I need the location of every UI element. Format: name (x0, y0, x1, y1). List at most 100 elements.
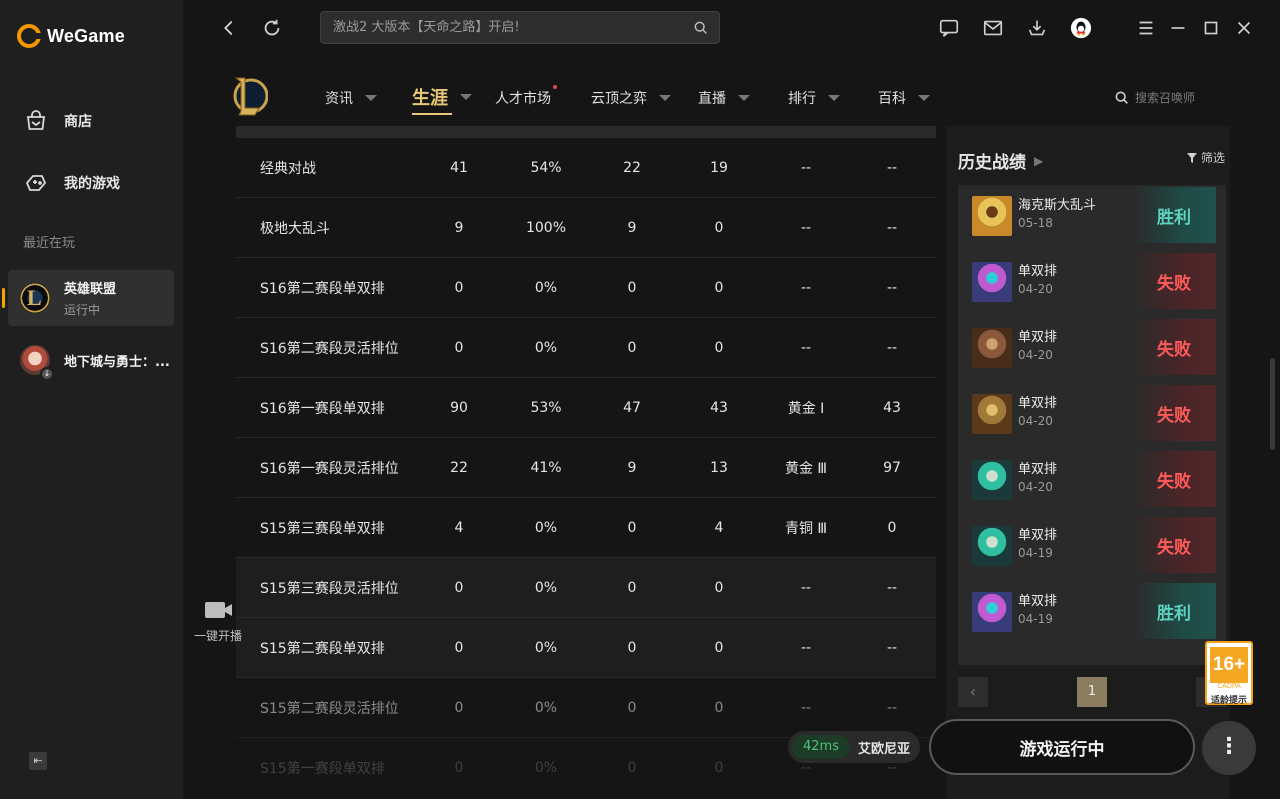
scrollbar[interactable] (1270, 358, 1275, 450)
search-icon[interactable] (693, 20, 709, 36)
age-rating-badge[interactable]: 16+ CADPA 适龄提示 (1205, 641, 1253, 706)
stat-cell: 0 (714, 279, 724, 296)
stat-cell: 黄金 Ⅰ (787, 400, 825, 417)
mode-stats-table: 经典对战 41 54% 22 19 -- -- 极地大乱斗 9 100% 9 0 -- -- S16第二赛段… (236, 126, 936, 799)
global-search-input[interactable] (333, 20, 673, 35)
stat-cell: 0 (714, 699, 724, 716)
stat-cell: -- (800, 579, 812, 596)
refresh-icon[interactable] (260, 16, 284, 40)
back-icon[interactable] (217, 16, 241, 40)
match-result: 失败 (1132, 517, 1216, 573)
filter-button[interactable]: 筛选 (1187, 149, 1225, 166)
match-list: 海克斯大乱斗 05-18 胜利 单双排 04-20 失败 单双排 04-20 失败 单双排 04-2… (958, 185, 1226, 665)
stat-cell: -- (800, 339, 812, 356)
tab-label: 百科 (878, 91, 906, 107)
stat-cell: 0% (534, 699, 558, 716)
table-row: S15第三赛段灵活排位 0 0% 0 0 -- -- (236, 558, 936, 618)
camera-icon (205, 602, 232, 618)
mode-name-cell: S15第三赛段单双排 (260, 520, 385, 537)
wegame-logo[interactable]: WeGame (17, 24, 125, 48)
stat-cell: 0 (714, 759, 724, 776)
recent-game-lol[interactable]: 英雄联盟 运行中 (2, 270, 174, 326)
nav-my-games[interactable]: 我的游戏 (24, 171, 120, 195)
pagination: ‹ 1 (958, 677, 1226, 707)
match-date: 05-18 (1018, 216, 1053, 230)
minimize-icon[interactable] (1166, 16, 1190, 40)
page-number-button[interactable]: 1 (1077, 677, 1107, 707)
tab-live[interactable]: 直播 (698, 88, 750, 108)
download-manager-icon[interactable] (1025, 16, 1049, 40)
stat-cell: 54% (530, 159, 562, 176)
mail-icon[interactable] (981, 16, 1005, 40)
chevron-down-icon (918, 95, 930, 101)
qq-avatar-icon[interactable] (1069, 16, 1093, 40)
age-rating-number: 16+ (1210, 647, 1248, 683)
table-row: S16第一赛段单双排 90 53% 47 43 黄金 Ⅰ 43 (236, 378, 936, 438)
match-result: 胜利 (1132, 583, 1216, 639)
prev-page-button[interactable]: ‹ (958, 677, 988, 707)
match-item[interactable]: 单双排 04-19 失败 (958, 515, 1226, 581)
match-item[interactable]: 单双排 04-20 失败 (958, 251, 1226, 317)
tab-label: 排行 (788, 91, 816, 107)
match-item[interactable]: 单双排 04-20 失败 (958, 449, 1226, 515)
server-selector[interactable]: 42ms 艾欧尼亚 (788, 731, 920, 763)
stat-cell: 黄金 Ⅲ (784, 460, 828, 477)
stat-cell: -- (800, 639, 812, 656)
champion-portrait (972, 526, 1012, 566)
lol-logo-icon[interactable] (230, 74, 268, 118)
recent-game-dnf[interactable]: ↓ 地下城与勇士：... (8, 332, 174, 388)
stat-cell: 19 (710, 159, 728, 176)
stat-cell: 0% (534, 279, 558, 296)
global-search-box[interactable] (320, 11, 720, 44)
mode-name-cell: S15第二赛段单双排 (260, 640, 385, 657)
menu-icon[interactable] (1134, 16, 1158, 40)
tab-career[interactable]: 生涯 (412, 84, 472, 115)
more-options-button[interactable]: ⋮ (1202, 721, 1256, 775)
table-row: S15第二赛段灵活排位 0 0% 0 0 -- -- (236, 678, 936, 738)
match-item[interactable]: 单双排 04-20 失败 (958, 383, 1226, 449)
tab-news[interactable]: 资讯 (325, 88, 377, 108)
tab-talent-market[interactable]: 人才市场 (495, 85, 557, 108)
one-click-stream-button[interactable]: 一键开播 (190, 600, 246, 644)
match-item[interactable]: 单双排 04-19 胜利 (958, 581, 1226, 647)
stat-cell: 9 (627, 459, 637, 476)
tab-label: 生涯 (412, 88, 448, 109)
wegame-window: WeGame 商店 我的游戏 最近在玩 英雄联盟 运行中 ↓ (0, 0, 1280, 799)
match-date: 04-20 (1018, 348, 1053, 362)
stat-cell: 0 (627, 579, 637, 596)
tab-wiki[interactable]: 百科 (878, 88, 930, 108)
tab-label: 云顶之弈 (591, 91, 647, 107)
chat-icon[interactable] (937, 16, 961, 40)
stat-cell: 0 (627, 639, 637, 656)
game-running-button[interactable]: 游戏运行中 (929, 719, 1195, 775)
age-rating-tip: 适龄提示 (1210, 696, 1247, 706)
stat-cell: 43 (883, 399, 901, 416)
nav-store[interactable]: 商店 (24, 109, 92, 133)
match-result: 失败 (1132, 253, 1216, 309)
stat-cell: 0 (454, 339, 464, 356)
stat-cell: 41 (450, 159, 468, 176)
shopping-bag-icon (26, 110, 46, 130)
champion-portrait (972, 196, 1012, 236)
stat-cell: 0 (627, 279, 637, 296)
tab-ranking[interactable]: 排行 (788, 88, 840, 108)
filter-icon (1187, 152, 1197, 163)
stat-cell: 0 (627, 339, 637, 356)
stat-cell: 47 (623, 399, 641, 416)
match-history-title[interactable]: 历史战绩 ▶ (958, 148, 1043, 173)
tab-tft[interactable]: 云顶之弈 (591, 88, 671, 108)
match-item[interactable]: 单双排 04-20 失败 (958, 317, 1226, 383)
stat-cell: -- (886, 339, 898, 356)
stat-cell: 0 (454, 639, 464, 656)
maximize-icon[interactable] (1199, 16, 1223, 40)
match-date: 04-19 (1018, 612, 1053, 626)
summoner-search[interactable]: 搜索召唤师 (1114, 89, 1195, 106)
stat-cell: 97 (883, 459, 901, 476)
stat-cell: 0 (714, 579, 724, 596)
chevron-right-icon: ▶ (1034, 153, 1044, 168)
collapse-sidebar-button[interactable]: ⇤ (29, 752, 47, 770)
close-icon[interactable] (1232, 16, 1256, 40)
stat-cell: 青铜 Ⅲ (784, 520, 828, 537)
tab-label: 资讯 (325, 91, 353, 107)
match-item[interactable]: 海克斯大乱斗 05-18 胜利 (958, 185, 1226, 251)
